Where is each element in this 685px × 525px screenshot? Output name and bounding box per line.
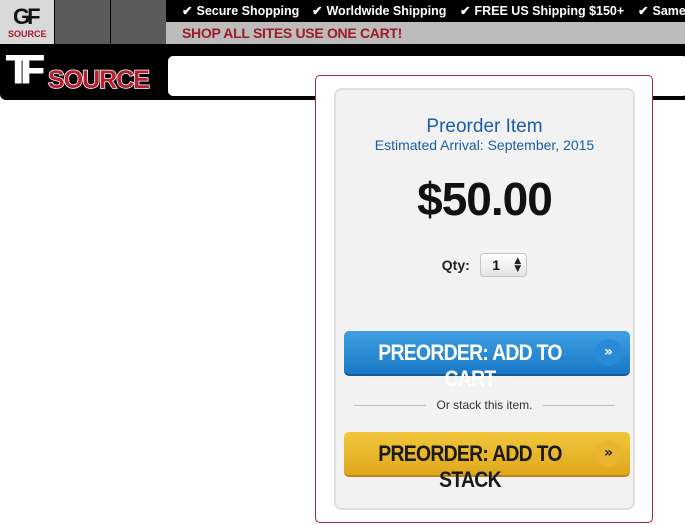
site-logo[interactable]: TF SOURCE bbox=[6, 48, 151, 95]
top-bar: GF SOURCE ✔ Secure Shopping ✔ Worldwide Sh… bbox=[0, 0, 685, 44]
site-logo-mini: GF SOURCE bbox=[8, 4, 47, 40]
benefit-free-shipping: ✔ FREE US Shipping $150+ bbox=[460, 4, 625, 18]
promo-text: SHOP ALL SITES USE ONE CART! bbox=[182, 25, 403, 41]
site-tab-3[interactable] bbox=[111, 0, 166, 44]
site-tab-tfsource[interactable]: GF SOURCE bbox=[0, 0, 54, 44]
preorder-add-to-cart-button[interactable]: PREORDER: ADD TO CART » bbox=[344, 331, 630, 391]
check-icon: ✔ bbox=[182, 4, 193, 18]
quantity-value: 1 bbox=[492, 257, 501, 273]
promo-banner[interactable]: SHOP ALL SITES USE ONE CART! bbox=[166, 22, 685, 44]
benefit-worldwide: ✔ Worldwide Shipping bbox=[312, 4, 447, 18]
mini-logo-letters: GF bbox=[13, 4, 41, 29]
site-tab-2[interactable] bbox=[55, 0, 110, 44]
quantity-select[interactable]: 1 ▲ ▼ bbox=[480, 253, 528, 277]
quantity-row: Qty: 1 ▲ ▼ bbox=[336, 253, 633, 277]
quantity-label: Qty: bbox=[441, 257, 470, 273]
purchase-panel: Preorder Item Estimated Arrival: Septemb… bbox=[315, 75, 653, 523]
benefits-bar: ✔ Secure Shopping ✔ Worldwide Shipping ✔ FR… bbox=[166, 0, 685, 22]
logo-name: SOURCE bbox=[47, 65, 150, 95]
purchase-box: Preorder Item Estimated Arrival: Septemb… bbox=[334, 88, 635, 510]
add-to-stack-label: PREORDER: ADD TO STACK bbox=[378, 441, 562, 492]
logo-letters: TF bbox=[6, 48, 46, 93]
preorder-add-to-stack-button[interactable]: PREORDER: ADD TO STACK » bbox=[344, 432, 630, 492]
check-icon: ✔ bbox=[312, 4, 323, 18]
double-chevron-right-icon: » bbox=[595, 440, 622, 467]
updown-arrows-icon: ▲ ▼ bbox=[514, 256, 522, 274]
mini-logo-name: SOURCE bbox=[8, 29, 47, 39]
benefit-secure: ✔ Secure Shopping bbox=[182, 4, 300, 18]
price: $50.00 bbox=[417, 173, 553, 225]
benefit-same: ✔ Same bbox=[638, 4, 685, 18]
double-chevron-right-icon: » bbox=[595, 339, 622, 366]
add-to-cart-label: PREORDER: ADD TO CART bbox=[378, 340, 562, 391]
check-icon: ✔ bbox=[638, 4, 649, 18]
estimated-arrival: Estimated Arrival: September, 2015 bbox=[374, 137, 595, 153]
divider-right bbox=[543, 405, 615, 406]
preorder-status: Preorder Item bbox=[426, 116, 543, 137]
check-icon: ✔ bbox=[460, 4, 471, 18]
